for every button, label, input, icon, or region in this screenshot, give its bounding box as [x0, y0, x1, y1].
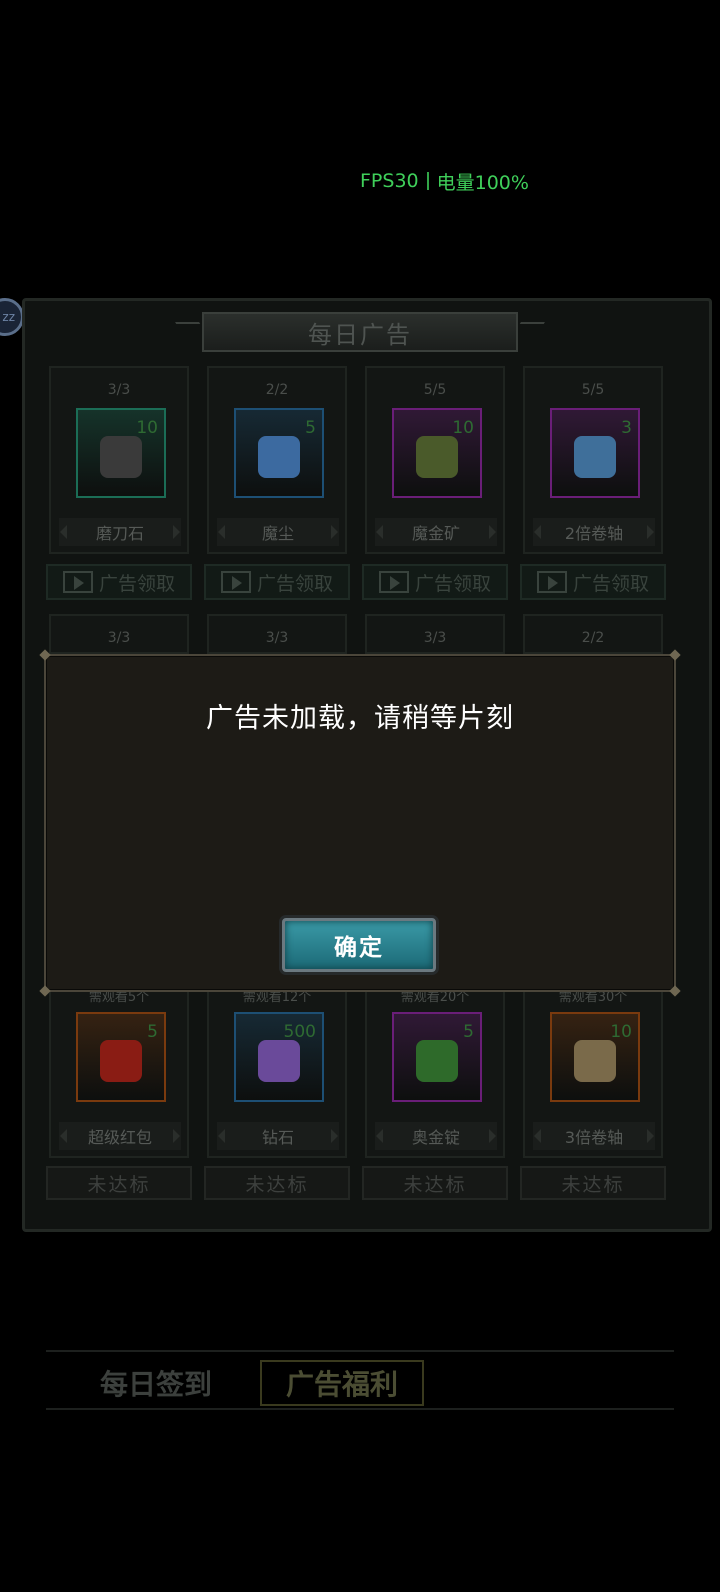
play-icon [536, 571, 567, 593]
background-hud [0, 0, 720, 260]
item-quantity: 500 [283, 1022, 316, 1042]
item-icon [100, 436, 142, 478]
milestone-card: 需观看30个 10 3倍卷轴 [523, 984, 663, 1158]
remaining-count: 5/5 [581, 382, 605, 398]
ad-claim-label: 广告领取 [414, 572, 491, 595]
fps-text: FPS30 [360, 170, 419, 192]
play-icon [62, 571, 93, 593]
confirm-button[interactable]: 确定 [282, 918, 436, 972]
item-icon [258, 1040, 300, 1082]
item-frame: 5 [234, 408, 324, 498]
remaining-count: 3/3 [107, 382, 131, 398]
item-name: 超级红包 [59, 1122, 181, 1150]
not-reached-button[interactable]: 未达标 [46, 1166, 192, 1200]
tab-daily-signin[interactable]: 每日签到 [86, 1360, 226, 1406]
remaining-count: 3/3 [265, 630, 289, 646]
reward-card: 5/5 3 2倍卷轴 [523, 366, 663, 554]
item-name: 奥金锭 [375, 1122, 497, 1150]
item-name: 钻石 [217, 1122, 339, 1150]
item-quantity: 5 [463, 1022, 474, 1042]
item-icon [574, 436, 616, 478]
divider [426, 172, 429, 190]
ad-claim-label: 广告领取 [98, 572, 175, 595]
bottom-tab-bar: 每日签到 广告福利 [46, 1350, 674, 1410]
item-frame: 500 [234, 1012, 324, 1102]
item-quantity: 3 [621, 418, 632, 438]
ad-claim-button[interactable]: 广告领取 [204, 564, 350, 600]
item-frame: 10 [550, 1012, 640, 1102]
item-icon [416, 1040, 458, 1082]
item-quantity: 10 [610, 1022, 632, 1042]
item-icon [258, 436, 300, 478]
reward-card: 2/2 5 魔尘 [207, 366, 347, 554]
tab-ad-welfare[interactable]: 广告福利 [260, 1360, 424, 1406]
item-frame: 5 [76, 1012, 166, 1102]
reward-card: 2/2 [523, 614, 663, 654]
alert-dialog: 广告未加载，请稍等片刻 确定 [39, 654, 681, 997]
item-name: 魔尘 [217, 518, 339, 546]
remaining-count: 2/2 [265, 382, 289, 398]
reward-card: 3/3 10 磨刀石 [49, 366, 189, 554]
not-reached-button[interactable]: 未达标 [520, 1166, 666, 1200]
ad-claim-button[interactable]: 广告领取 [520, 564, 666, 600]
reward-card: 3/3 [207, 614, 347, 654]
item-name: 魔金矿 [375, 518, 497, 546]
ad-claim-label: 广告领取 [572, 572, 649, 595]
side-badge-icon[interactable]: zz [0, 298, 24, 336]
reward-card: 3/3 [49, 614, 189, 654]
item-icon [100, 1040, 142, 1082]
play-icon [378, 571, 409, 593]
item-frame: 10 [392, 408, 482, 498]
ad-claim-label: 广告领取 [256, 572, 333, 595]
item-frame: 5 [392, 1012, 482, 1102]
item-icon [416, 436, 458, 478]
item-quantity: 10 [452, 418, 474, 438]
item-name: 3倍卷轴 [533, 1122, 655, 1150]
milestone-card: 需观看5个 5 超级红包 [49, 984, 189, 1158]
remaining-count: 2/2 [581, 630, 605, 646]
ad-claim-button[interactable]: 广告领取 [362, 564, 508, 600]
play-icon [220, 571, 251, 593]
remaining-count: 3/3 [423, 630, 447, 646]
remaining-count: 5/5 [423, 382, 447, 398]
remaining-count: 3/3 [107, 630, 131, 646]
item-name: 磨刀石 [59, 518, 181, 546]
not-reached-button[interactable]: 未达标 [362, 1166, 508, 1200]
item-name: 2倍卷轴 [533, 518, 655, 546]
item-quantity: 5 [147, 1022, 158, 1042]
panel-title: 每日广告 [202, 312, 518, 352]
ad-claim-button[interactable]: 广告领取 [46, 564, 192, 600]
milestone-card: 需观看12个 500 钻石 [207, 984, 347, 1158]
battery-text: 电量100% [436, 171, 529, 194]
item-icon [574, 1040, 616, 1082]
item-frame: 10 [76, 408, 166, 498]
item-frame: 3 [550, 408, 640, 498]
dialog-message: 广告未加载，请稍等片刻 [206, 703, 514, 734]
reward-card: 5/5 10 魔金矿 [365, 366, 505, 554]
fps-indicator: FPS30 电量100% [360, 168, 529, 194]
not-reached-button[interactable]: 未达标 [204, 1166, 350, 1200]
milestone-card: 需观看20个 5 奥金锭 [365, 984, 505, 1158]
reward-card: 3/3 [365, 614, 505, 654]
item-quantity: 5 [305, 418, 316, 438]
item-quantity: 10 [136, 418, 158, 438]
